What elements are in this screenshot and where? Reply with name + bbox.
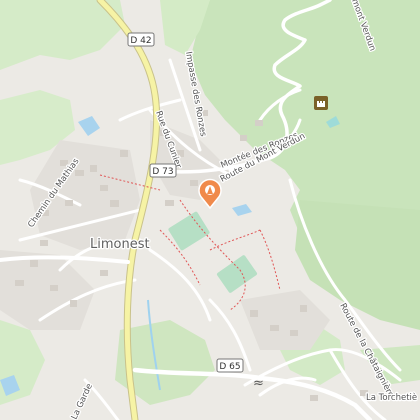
svg-text:D 73: D 73 — [152, 167, 173, 177]
road-shield-d73: D 73 — [149, 163, 177, 178]
svg-text:D 42: D 42 — [130, 36, 151, 46]
map-canvas[interactable]: Rue du Cunier Impasse des Ronzes Montée … — [0, 0, 420, 420]
svg-text:D 65: D 65 — [219, 362, 240, 372]
road-shield-d42: D 42 — [127, 32, 155, 47]
castle-icon[interactable] — [314, 96, 328, 110]
town-label-limonest: Limonest — [90, 237, 150, 252]
place-label-la-torchetie: La Torchetiè — [366, 392, 417, 403]
road-shield-d65: D 65 — [216, 358, 244, 373]
water-symbol-icon: ≈ — [253, 376, 264, 391]
map-view[interactable]: Rue du Cunier Impasse des Ronzes Montée … — [0, 0, 420, 420]
